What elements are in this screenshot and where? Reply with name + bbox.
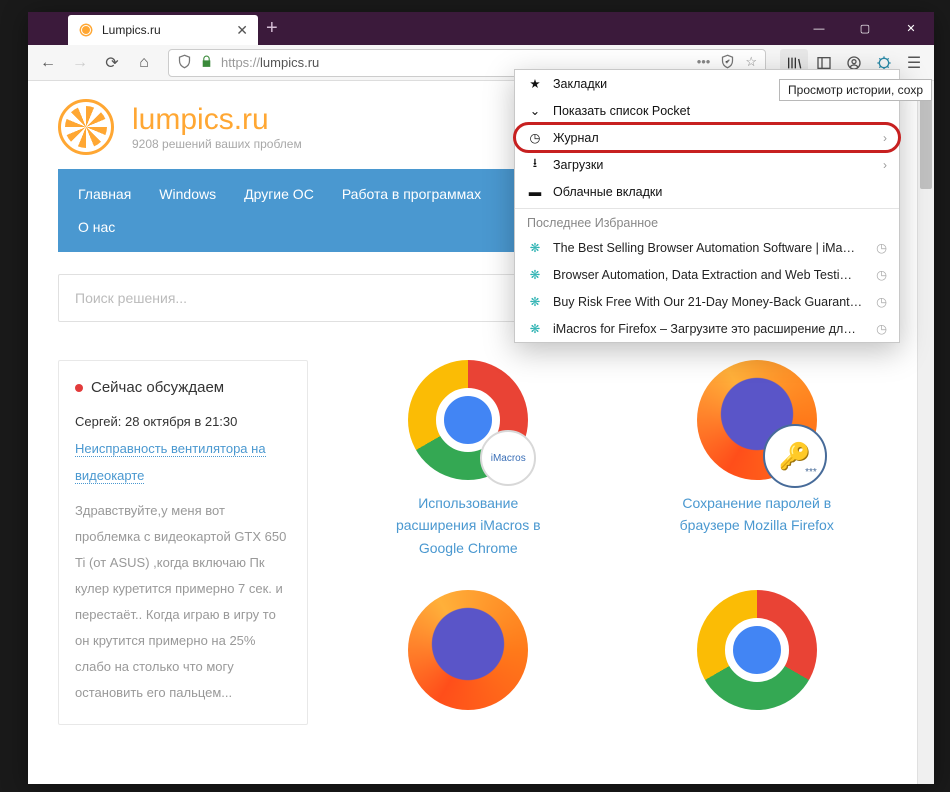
window-close-button[interactable]: ✕ — [888, 12, 934, 45]
card-2-caption: Сохранение паролей вбраузере Mozilla Fir… — [627, 492, 888, 537]
titlebar: Lumpics.ru ✕ + — ▢ ✕ — [28, 12, 934, 45]
discuss-link-2[interactable]: видеокарте — [75, 468, 144, 484]
site-title: lumpics.ru — [132, 103, 302, 137]
history-clock-icon: ◷ — [876, 240, 887, 255]
history-clock-icon: ◷ — [876, 321, 887, 336]
download-icon: ⭳ — [527, 154, 543, 175]
nav-windows[interactable]: Windows — [145, 169, 230, 219]
forward-button: → — [66, 49, 94, 77]
key-badge-icon: 🔑*** — [763, 424, 827, 488]
menu-downloads[interactable]: ⭳ Загрузки› — [515, 151, 899, 178]
nav-other-os[interactable]: Другие ОС — [230, 169, 328, 219]
window-minimize-button[interactable]: — — [796, 12, 842, 45]
clock-icon: ◷ — [527, 130, 543, 145]
discuss-author: Сергей: 28 октября в 21:30 — [75, 414, 291, 429]
home-button[interactable]: ⌂ — [130, 49, 158, 77]
discuss-block: Сейчас обсуждаем Сергей: 28 октября в 21… — [58, 360, 308, 725]
tab-title: Lumpics.ru — [102, 23, 161, 37]
history-clock-icon: ◷ — [876, 267, 887, 282]
search-placeholder: Поиск решения... — [75, 290, 187, 306]
menu-separator — [515, 208, 899, 209]
menu-synced-tabs[interactable]: ▬ Облачные вкладки — [515, 178, 899, 205]
library-menu: ★ Закладки› ⌄ Показать список Pocket ◷ Ж… — [514, 69, 900, 343]
library-tooltip: Просмотр истории, сохр — [779, 79, 932, 101]
site-favicon-icon: ❋ — [527, 321, 543, 337]
lock-icon[interactable] — [200, 55, 213, 71]
scroll-thumb[interactable] — [920, 99, 932, 189]
recent-item-4[interactable]: ❋ iMacros for Firefox – Загрузите это ра… — [515, 315, 899, 342]
discuss-title: Сейчас обсуждаем — [91, 379, 224, 396]
window-maximize-button[interactable]: ▢ — [842, 12, 888, 45]
back-button[interactable]: ← — [34, 49, 62, 77]
browser-tab[interactable]: Lumpics.ru ✕ — [68, 15, 258, 45]
new-tab-button[interactable]: + — [266, 17, 278, 40]
site-favicon-icon: ❋ — [527, 267, 543, 283]
site-favicon-icon: ❋ — [527, 294, 543, 310]
article-card-1[interactable]: iMacros Использованиерасширения iMacros … — [338, 360, 599, 562]
pocket-icon: ⌄ — [527, 103, 543, 118]
tab-favicon — [78, 22, 94, 38]
discuss-body: Здравствуйте,у меня вот проблемка с виде… — [75, 498, 291, 706]
tab-close-icon[interactable]: ✕ — [236, 22, 248, 39]
synced-icon: ▬ — [527, 185, 543, 199]
menu-history[interactable]: ◷ Журнал› — [515, 124, 899, 151]
history-clock-icon: ◷ — [876, 294, 887, 309]
chevron-right-icon: › — [883, 131, 887, 145]
site-logo-icon — [58, 99, 114, 155]
live-dot-icon — [75, 384, 83, 392]
star-icon: ★ — [527, 76, 543, 91]
site-subtitle: 9208 решений ваших проблем — [132, 137, 302, 151]
article-card-2[interactable]: 🔑*** Сохранение паролей вбраузере Mozill… — [627, 360, 888, 562]
firefox-icon-2 — [408, 590, 528, 710]
recent-item-3[interactable]: ❋ Buy Risk Free With Our 21-Day Money-Ba… — [515, 288, 899, 315]
card-1-caption: Использованиерасширения iMacros вGoogle … — [338, 492, 599, 559]
nav-programs[interactable]: Работа в программах — [328, 169, 495, 219]
recent-item-2[interactable]: ❋ Browser Automation, Data Extraction an… — [515, 261, 899, 288]
discuss-link[interactable]: Неисправность вентилятора на — [75, 441, 266, 457]
article-card-3[interactable] — [338, 590, 599, 725]
recent-item-1[interactable]: ❋ The Best Selling Browser Automation So… — [515, 234, 899, 261]
imacros-badge: iMacros — [480, 430, 536, 486]
menu-pocket[interactable]: ⌄ Показать список Pocket — [515, 97, 899, 124]
site-favicon-icon: ❋ — [527, 240, 543, 256]
nav-home[interactable]: Главная — [64, 169, 145, 219]
reload-button[interactable]: ⟳ — [98, 49, 126, 77]
url-text: https://lumpics.ru — [221, 55, 689, 70]
tracking-shield-icon[interactable] — [177, 54, 192, 72]
chevron-right-icon: › — [883, 158, 887, 172]
menu-button[interactable]: ☰ — [900, 49, 928, 77]
recent-section-label: Последнее Избранное — [515, 212, 899, 234]
scrollbar[interactable]: ▲ — [917, 81, 934, 784]
article-card-4[interactable] — [627, 590, 888, 725]
chrome-icon-2 — [697, 590, 817, 710]
